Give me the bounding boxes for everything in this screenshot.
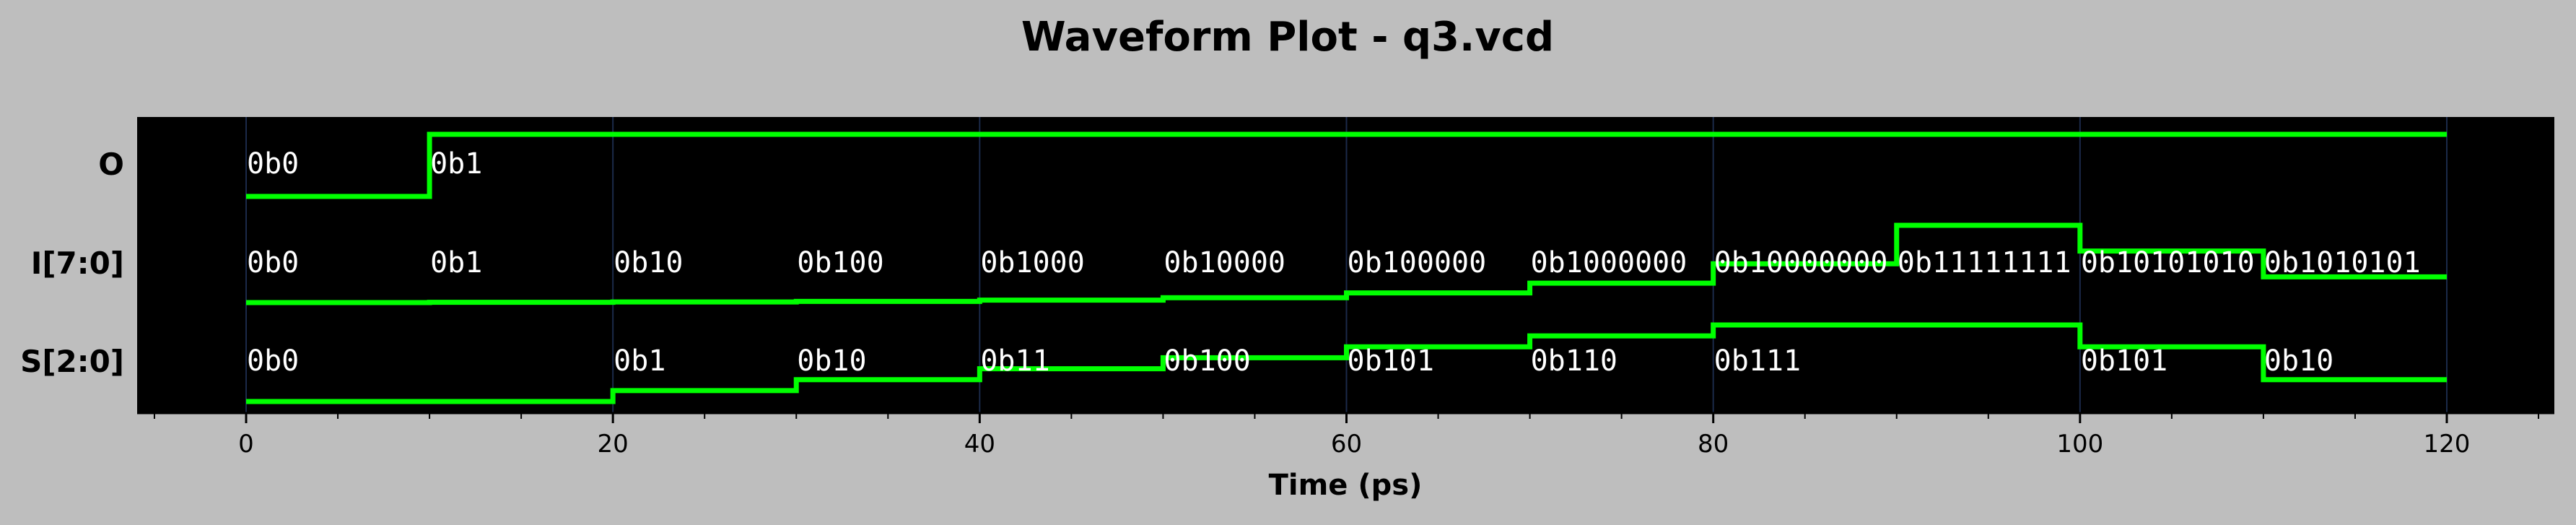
value-label: 0b11 (980, 344, 1049, 378)
x-tick-label: 80 (1698, 430, 1729, 459)
x-axis-label: Time (ps) (1269, 469, 1423, 502)
value-label: 0b110 (1531, 344, 1617, 378)
value-label: 0b10 (2264, 344, 2333, 378)
value-label: 0b0 (247, 344, 299, 378)
waveform-chart: Waveform Plot - q3.vcd 0b0 0b1 0b0 0b1 0b10 0… (0, 0, 2576, 522)
value-label: 0b10000 (1163, 246, 1285, 279)
value-label: 0b101 (1348, 344, 1434, 378)
chart-title: Waveform Plot - q3.vcd (1021, 14, 1554, 61)
value-label: 0b100 (1163, 344, 1250, 378)
value-label: 0b0 (247, 246, 299, 279)
value-label: 0b10 (797, 344, 866, 378)
value-label: 0b100 (797, 246, 883, 279)
value-label: 0b1010101 (2264, 246, 2421, 279)
x-tick-label: 120 (2424, 430, 2471, 459)
value-label: 0b1000 (980, 246, 1085, 279)
value-label: 0b100000 (1348, 246, 1487, 279)
value-label: 0b1 (430, 147, 482, 181)
x-tick-label: 40 (964, 430, 995, 459)
x-tick-label: 100 (2056, 430, 2103, 459)
value-label: 0b10101010 (2081, 246, 2255, 279)
chart-canvas: Waveform Plot - q3.vcd 0b0 0b10b0 0b1 0b10 0… (20, 14, 2554, 502)
signal-names: O I[7:0] S[2:0] (20, 147, 124, 379)
value-label: 0b1 (430, 246, 482, 279)
x-axis: 0 20 40 60 80 100 120 (137, 412, 2554, 459)
signal-name: O (98, 147, 124, 182)
value-label: 0b101 (2081, 344, 2167, 378)
signal-name: I[7:0] (31, 246, 124, 281)
value-label: 0b10 (614, 246, 683, 279)
x-tick-label: 20 (598, 430, 629, 459)
signal-name: S[2:0] (20, 344, 124, 379)
value-label: 0b10000000 (1714, 246, 1888, 279)
value-label: 0b1 (614, 344, 665, 378)
x-tick-label: 60 (1331, 430, 1362, 459)
value-label: 0b0 (247, 147, 299, 181)
value-label: 0b111 (1714, 344, 1801, 378)
value-label: 0b11111111 (1898, 246, 2071, 279)
x-tick-label: 0 (238, 430, 254, 459)
value-label: 0b1000000 (1531, 246, 1688, 279)
